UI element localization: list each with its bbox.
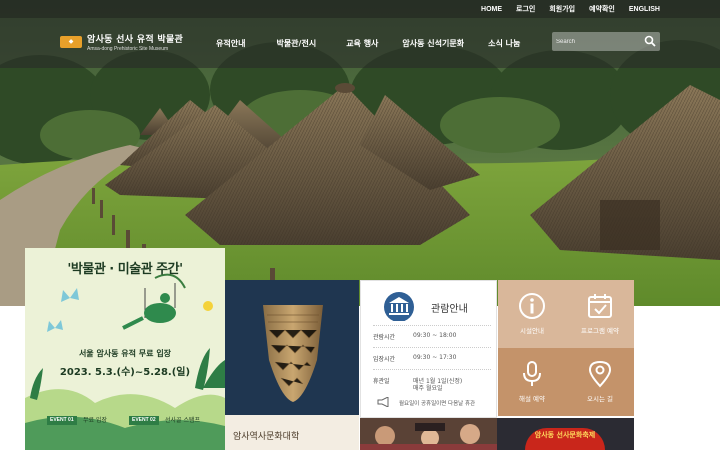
- home-link[interactable]: HOME: [481, 6, 502, 13]
- quick-label: 시설안내: [520, 327, 544, 335]
- event-photos[interactable]: [360, 418, 497, 450]
- calendar-check-icon: [588, 294, 612, 318]
- info-value: 09:30 ~ 17:30: [413, 354, 457, 361]
- event-date: 2023. 5.3.(수)~5.28.(일): [59, 367, 191, 378]
- logo-subtitle: Amsa-dong Prehistoric Site Museum: [87, 46, 169, 52]
- closure-note: 월요일이 공휴일이면 다음날 휴관: [399, 401, 476, 407]
- megaphone-icon: [377, 397, 389, 407]
- search-input[interactable]: [556, 34, 640, 49]
- menu-site-guide[interactable]: 유적안내: [216, 38, 245, 49]
- event-2-badge: EVENT 02: [129, 416, 159, 425]
- museum-logo-icon: ◆: [60, 36, 82, 48]
- event-subtitle: 서울 암사동 유적 무료 입장: [78, 349, 172, 358]
- info-value: 09:30 ~ 18:00: [413, 332, 457, 339]
- english-link[interactable]: ENGLISH: [629, 6, 660, 13]
- info-row-closed: 휴관일 매년 1월 1일(신정) 매주 월요일: [373, 369, 491, 393]
- menu-museum-exhibition[interactable]: 박물관/전시: [276, 38, 316, 49]
- artifact-feature[interactable]: [225, 280, 359, 415]
- search-box: [552, 32, 660, 51]
- info-key: 관람시간: [373, 334, 396, 341]
- event-poster[interactable]: '박물관 · 미술관 주간' 서울 암사동 유적 무료 입장 2023. 5.3…: [25, 248, 225, 450]
- search-icon[interactable]: [644, 35, 656, 47]
- info-row-entry: 입장시간 09:30 ~ 17:30: [373, 347, 491, 371]
- quick-directions[interactable]: 오시는 길: [566, 348, 634, 416]
- logo-title: 암사동 선사 유적 박물관: [87, 35, 184, 45]
- menu-news[interactable]: 소식 나눔: [488, 38, 520, 49]
- quick-facility-guide[interactable]: 시설안내: [498, 280, 566, 348]
- utility-bar: HOME 로그인 회원가입 예약확인 ENGLISH: [0, 0, 720, 18]
- visiting-info: 관람안내 관람시간 09:30 ~ 18:00 입장시간 09:30 ~ 17:…: [360, 280, 497, 418]
- info-row-hours: 관람시간 09:30 ~ 18:00: [373, 325, 491, 349]
- reservation-check-link[interactable]: 예약확인: [589, 4, 615, 14]
- main-menu: 유적안내 박물관/전시 교육 행사 암사동 신석기문화 소식 나눔: [216, 18, 520, 68]
- festival-banner[interactable]: 암사동 선사문화축제: [497, 418, 634, 450]
- museum-building-icon: [384, 292, 414, 321]
- info-key: 입장시간: [373, 356, 396, 363]
- event-title: '박물관 · 미술관 주간': [67, 262, 183, 277]
- logo-text: 암사동 선사 유적 박물관 Amsa-dong Prehistoric Site…: [87, 32, 183, 52]
- event-1-label: 무료 입장: [83, 417, 107, 424]
- page: HOME 로그인 회원가입 예약확인 ENGLISH ◆ 암사동 선사 유적 박…: [0, 0, 720, 450]
- event-1-badge: EVENT 01: [47, 416, 77, 425]
- festival-banner-text: 암사동 선사문화축제: [525, 428, 605, 450]
- comb-pattern-pottery-image: [263, 305, 323, 402]
- quick-guide-reservation[interactable]: 해설 예약: [498, 348, 566, 416]
- quick-label: 오시는 길: [587, 395, 613, 403]
- menu-education-events[interactable]: 교육 행사: [346, 38, 378, 49]
- signup-link[interactable]: 회원가입: [549, 4, 575, 14]
- site-logo[interactable]: ◆ 암사동 선사 유적 박물관 Amsa-dong Prehistoric Si…: [60, 32, 183, 52]
- info-circle-icon: [519, 293, 545, 319]
- quick-label: 프로그램 예약: [581, 327, 619, 335]
- login-link[interactable]: 로그인: [516, 4, 535, 14]
- quick-label: 해설 예약: [519, 395, 545, 403]
- info-value-2: 매주 월요일: [413, 385, 443, 392]
- event-2-label: 선사골 스탬프: [165, 417, 201, 424]
- college-title: 암사역사문화대학: [233, 432, 300, 442]
- people-photo-image: [360, 418, 497, 450]
- info-key: 휴관일: [373, 378, 390, 385]
- main-navigation: ◆ 암사동 선사 유적 박물관 Amsa-dong Prehistoric Si…: [0, 18, 720, 68]
- history-culture-college[interactable]: 암사역사문화대학: [225, 415, 359, 450]
- quick-program-reservation[interactable]: 프로그램 예약: [566, 280, 634, 348]
- menu-neolithic-culture[interactable]: 암사동 신석기문화: [402, 38, 464, 49]
- map-pin-icon: [588, 360, 612, 388]
- microphone-icon: [523, 361, 541, 386]
- visiting-info-title: 관람안내: [431, 304, 468, 315]
